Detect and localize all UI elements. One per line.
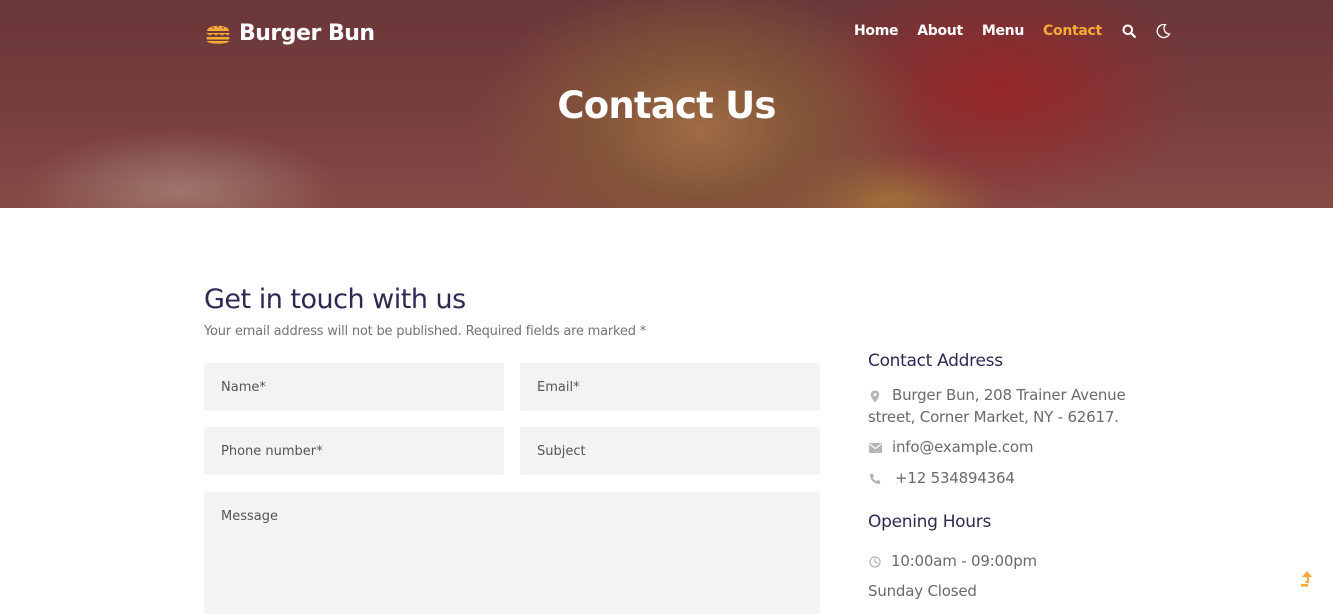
burger-icon (204, 19, 232, 47)
nav-item-about[interactable]: About (917, 23, 963, 39)
contact-address-heading: Contact Address (868, 351, 1003, 371)
nav-item-contact[interactable]: Contact (1043, 23, 1102, 39)
contact-phone[interactable]: +12 534894364 (895, 467, 1015, 489)
form-title: Get in touch with us (204, 284, 466, 315)
nav-item-menu[interactable]: Menu (982, 23, 1024, 39)
brand-logo[interactable]: Burger Bun (204, 17, 375, 49)
arrow-up-icon[interactable] (1299, 570, 1315, 588)
nav-item-home[interactable]: Home (854, 23, 899, 39)
moon-icon[interactable] (1155, 22, 1171, 40)
hero-banner: Burger Bun Home About Menu Contact Conta… (0, 0, 1333, 208)
phone-input[interactable] (204, 427, 504, 475)
main-nav: Home About Menu Contact (854, 22, 1189, 40)
closed-day: Sunday Closed (868, 582, 977, 600)
opening-hours-time: 10:00am - 09:00pm (891, 552, 1037, 570)
opening-hours-heading: Opening Hours (868, 512, 992, 532)
email-input[interactable] (520, 363, 820, 411)
address-line-1: Burger Bun, 208 Trainer Avenue (892, 386, 1126, 404)
phone-icon (868, 472, 882, 486)
search-icon[interactable] (1121, 22, 1137, 40)
address-line-2: street, Corner Market, NY - 62617. (868, 408, 1119, 426)
page-title: Contact Us (557, 84, 776, 127)
contact-email[interactable]: info@example.com (892, 436, 1034, 458)
clock-icon (868, 555, 882, 569)
brand-name: Burger Bun (239, 20, 375, 46)
form-note: Your email address will not be published… (204, 324, 646, 339)
envelope-icon (868, 441, 882, 455)
map-pin-icon (868, 389, 882, 403)
name-input[interactable] (204, 363, 504, 411)
message-textarea[interactable] (204, 492, 820, 614)
subject-input[interactable] (520, 427, 820, 475)
